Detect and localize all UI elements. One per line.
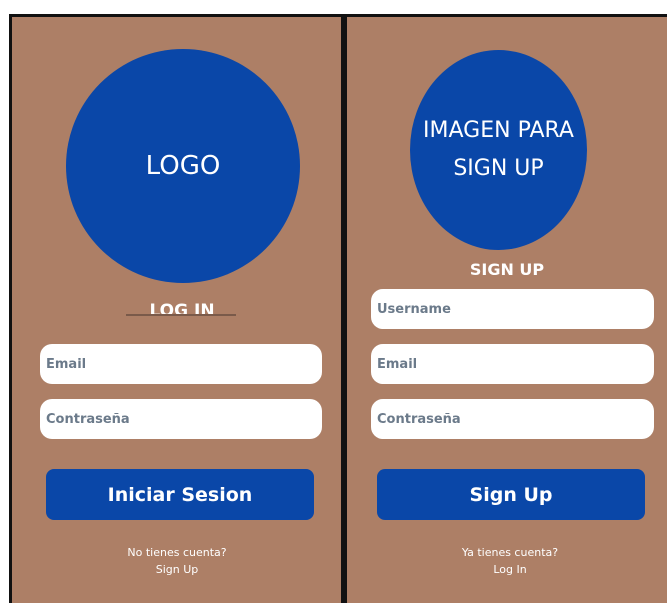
mockup-canvas: LOGO LOG IN Email Contraseña Iniciar Ses… [0, 0, 672, 603]
signup-screen: IMAGEN PARA SIGN UP SIGN UP Username Ema… [347, 14, 667, 603]
login-email-placeholder: Email [46, 356, 87, 372]
signup-link[interactable]: Sign Up [102, 561, 252, 578]
signup-submit-label: Sign Up [469, 483, 553, 506]
signup-password-placeholder: Contraseña [377, 411, 461, 427]
login-heading-underline [126, 314, 236, 316]
signup-email-placeholder: Email [377, 356, 418, 372]
signup-footer-question: Ya tienes cuenta? [461, 546, 559, 559]
signup-submit-button[interactable]: Sign Up [377, 469, 645, 520]
login-password-field[interactable]: Contraseña [40, 399, 322, 439]
signup-email-field[interactable]: Email [371, 344, 654, 384]
signup-username-field[interactable]: Username [371, 289, 654, 329]
login-screen: LOGO LOG IN Email Contraseña Iniciar Ses… [9, 14, 342, 603]
login-submit-label: Iniciar Sesion [107, 483, 253, 506]
signup-image-placeholder: IMAGEN PARA SIGN UP [410, 50, 587, 250]
login-link[interactable]: Log In [435, 561, 585, 578]
logo-text: LOGO [145, 151, 221, 181]
logo-placeholder: LOGO [66, 49, 300, 283]
signup-heading: SIGN UP [469, 260, 545, 279]
login-email-field[interactable]: Email [40, 344, 322, 384]
signup-username-placeholder: Username [377, 301, 451, 317]
signup-password-field[interactable]: Contraseña [371, 399, 654, 439]
login-footer: No tienes cuenta? Sign Up [102, 544, 252, 578]
login-footer-question: No tienes cuenta? [127, 546, 227, 559]
login-heading: LOG IN [149, 301, 215, 321]
login-password-placeholder: Contraseña [46, 411, 130, 427]
signup-image-text: IMAGEN PARA SIGN UP [423, 118, 574, 181]
login-submit-button[interactable]: Iniciar Sesion [46, 469, 314, 520]
signup-footer: Ya tienes cuenta? Log In [435, 544, 585, 578]
